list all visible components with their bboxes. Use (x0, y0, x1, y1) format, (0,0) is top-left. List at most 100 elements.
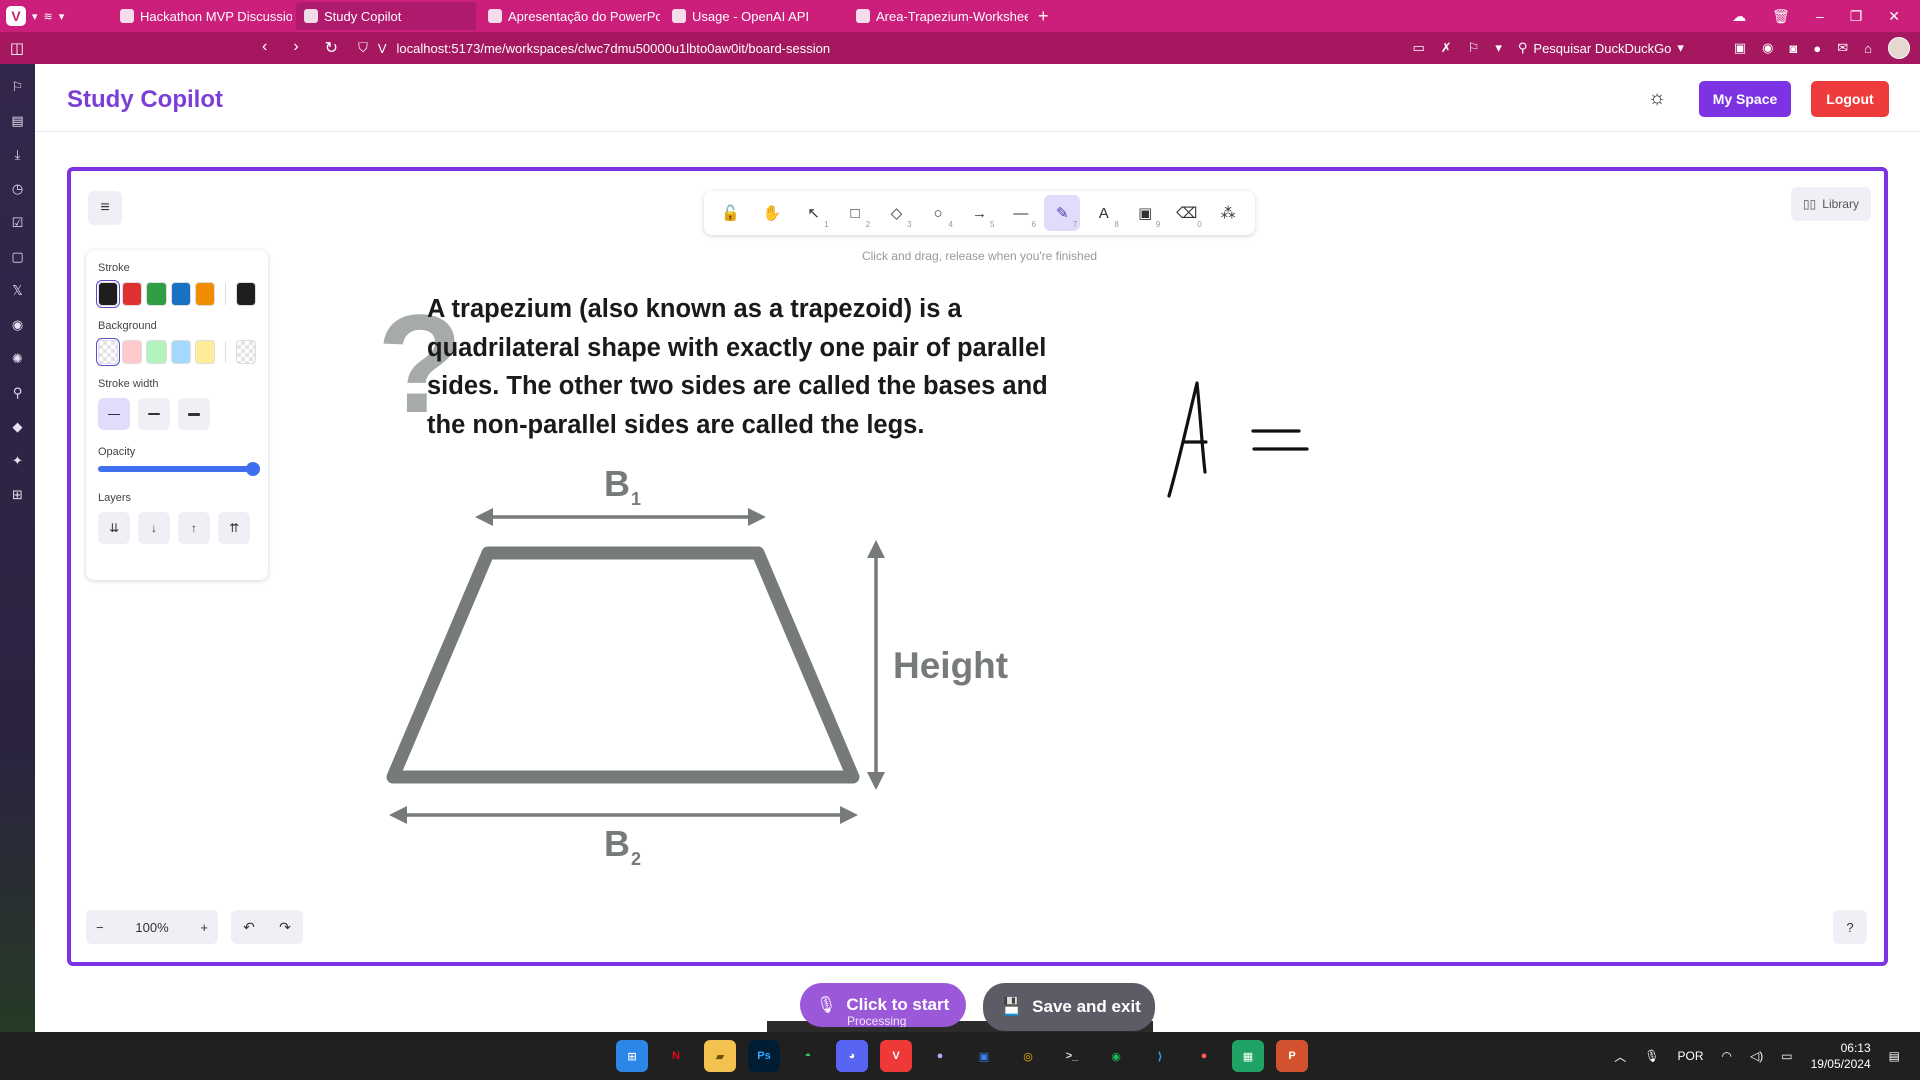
profile-avatar[interactable] (1888, 37, 1910, 59)
reload-button[interactable]: ↻ (325, 38, 338, 58)
translate-icon[interactable]: ✗ (1441, 40, 1452, 56)
bookmark-icon[interactable]: ⚐ (1468, 40, 1480, 56)
tab-apresentacao[interactable]: Apresentação do PowerPoint (480, 2, 660, 30)
bookmarks-icon[interactable]: ⚐ (9, 78, 27, 96)
powerpoint-icon[interactable]: P (1276, 1040, 1308, 1072)
label-b1: B1 (604, 463, 641, 509)
screenshot-icon[interactable]: ◙ (1790, 41, 1798, 56)
camera-icon[interactable]: ▭ (1412, 40, 1424, 56)
trash-icon[interactable]: 🗑 (1772, 8, 1790, 25)
processing-label: Processing (847, 1014, 907, 1027)
notification-icon[interactable]: ▤ (1889, 1049, 1900, 1063)
chat-icon[interactable]: ▢ (9, 248, 27, 266)
forward-button[interactable]: › (293, 38, 298, 58)
battery-icon[interactable]: ▭ (1781, 1049, 1792, 1063)
start-recording-button[interactable]: 🎙 Click to start Processing (800, 983, 966, 1027)
spotify-taskbar-icon[interactable]: ◉ (1100, 1040, 1132, 1072)
microphone-icon[interactable]: 🎙 (1644, 1049, 1659, 1063)
gamepad-icon[interactable]: ◓ (792, 1040, 824, 1072)
search-placeholder: Pesquisar DuckDuckGo (1533, 40, 1672, 56)
terminal-icon[interactable]: >_ (1056, 1040, 1088, 1072)
app-circle-icon[interactable]: ● (924, 1040, 956, 1072)
x-icon[interactable]: 𝕏 (9, 282, 27, 300)
vivaldi-logo-icon[interactable]: V (6, 6, 26, 26)
windows-start-icon[interactable]: ⊞ (616, 1040, 648, 1072)
app-header: Study Copilot ☼ My Space Logout (35, 64, 1920, 132)
trapezium-description: A trapezium (also known as a trapezoid) … (427, 295, 1048, 439)
tab-stack-icon[interactable]: ≋ (44, 10, 53, 23)
shield-icon[interactable]: ⛉ (358, 40, 368, 56)
tab-title: Usage - OpenAI API (692, 8, 810, 24)
zoom-level[interactable]: 100% (135, 920, 168, 935)
sparkle-icon[interactable]: ✦ (9, 452, 27, 470)
discord-icon[interactable]: ◕ (836, 1040, 868, 1072)
url-text[interactable]: localhost:5173/me/workspaces/clwc7dmu500… (397, 41, 831, 56)
photoshop-icon[interactable]: Ps (748, 1040, 780, 1072)
app-red-icon[interactable]: ● (1188, 1040, 1220, 1072)
top-base-arrow (475, 508, 766, 526)
search-panel-icon[interactable]: ⚲ (9, 384, 27, 402)
panel-toggle-icon[interactable]: ◫ (0, 39, 34, 57)
tab-openai-usage[interactable]: Usage - OpenAI API (664, 2, 844, 30)
tray-chevron-icon[interactable]: ︿ (1614, 1048, 1626, 1065)
extensions-puzzle-icon[interactable]: ⌂ (1864, 41, 1872, 56)
tab-hackathon[interactable]: Hackathon MVP Discussion (112, 2, 292, 30)
spotify-icon[interactable]: ◉ (9, 316, 27, 334)
tab-study-copilot[interactable]: Study Copilot (296, 2, 476, 30)
clock[interactable]: 06:13 19/05/2024 (1811, 1040, 1871, 1072)
clock-date: 19/05/2024 (1810, 1057, 1871, 1071)
save-and-exit-button[interactable]: 💾 Save and exit (983, 983, 1155, 1031)
help-icon[interactable]: ? (1833, 910, 1867, 944)
logout-button[interactable]: Logout (1811, 81, 1889, 117)
theme-toggle-sun-icon[interactable]: ☼ (1645, 86, 1669, 110)
dropdown-chevron-icon[interactable]: ▾ (1495, 40, 1502, 56)
wifi-icon[interactable]: ◠ (1722, 1049, 1732, 1063)
netflix-icon[interactable]: N (660, 1040, 692, 1072)
redo-icon[interactable]: ↷ (279, 919, 291, 936)
openai-icon[interactable]: ✺ (9, 350, 27, 368)
extension-icon[interactable]: ● (1813, 41, 1821, 56)
url-field[interactable]: ⛉ V localhost:5173/me/workspaces/clwc7dm… (358, 40, 830, 56)
volume-icon[interactable]: ◁) (1750, 1049, 1763, 1063)
app-square-icon[interactable]: ▣ (968, 1040, 1000, 1072)
mail-icon[interactable]: ✉ (1837, 40, 1848, 56)
add-panel-icon[interactable]: ⊞ (9, 486, 27, 504)
downloads-icon[interactable]: ⤓ (9, 146, 27, 164)
window-controls: ☁ 🗑 – ❐ ✕ (1732, 0, 1920, 32)
tab-worksheet[interactable]: Area-Trapezium-Worksheet (848, 2, 1028, 30)
spreadsheet-icon[interactable]: ▦ (1232, 1040, 1264, 1072)
vscode-icon[interactable]: ⟩ (1144, 1040, 1176, 1072)
tab-stack-chevron-icon[interactable]: ▾ (59, 10, 65, 23)
chrome-icon[interactable]: ◎ (1012, 1040, 1044, 1072)
whiteboard[interactable]: ≡ 🔓 ✋ ↖ 1 □ 2 ◇ 3 ○ 4 → 5—6 ✎ 7 A 8 ▣ 9 ⌫ 0 ⁂ Click and drag… (67, 167, 1888, 966)
undo-icon[interactable]: ↶ (243, 919, 255, 936)
restore-button[interactable]: ❐ (1850, 8, 1863, 25)
start-label: Click to start (846, 995, 950, 1014)
system-tray: ︿ 🎙 POR ◠ ◁) ▭ 06:13 19/05/2024 ▤ (1614, 1032, 1900, 1080)
zoom-in-button[interactable]: + (200, 920, 208, 935)
close-button[interactable]: ✕ (1888, 8, 1900, 25)
language-indicator[interactable]: POR (1678, 1049, 1704, 1063)
menu-chevron-icon[interactable]: ▾ (32, 10, 38, 23)
vivaldi-v-icon: V (377, 40, 387, 56)
image-icon[interactable]: ▣ (1734, 40, 1746, 56)
extension-panel-icon[interactable]: ◆ (9, 418, 27, 436)
minimize-button[interactable]: – (1816, 8, 1824, 24)
notes-icon[interactable]: ☑ (9, 214, 27, 232)
history-icon[interactable]: ◷ (9, 180, 27, 198)
back-button[interactable]: ‹ (262, 38, 267, 58)
app-brand[interactable]: Study Copilot (67, 86, 223, 114)
vivaldi-taskbar-icon[interactable]: V (880, 1040, 912, 1072)
cloud-sync-icon[interactable]: ☁ (1732, 8, 1746, 25)
clock-time: 06:13 (1840, 1041, 1871, 1055)
my-space-button[interactable]: My Space (1699, 81, 1791, 117)
file-explorer-icon[interactable]: ▰ (704, 1040, 736, 1072)
search-field[interactable]: ⚲ Pesquisar DuckDuckGo ▾ (1518, 40, 1718, 56)
search-engine-chevron-icon[interactable]: ▾ (1677, 40, 1684, 56)
new-tab-button[interactable]: + (1032, 6, 1055, 27)
tab-favicon-icon (856, 9, 870, 23)
reading-list-icon[interactable]: ▤ (9, 112, 27, 130)
mic-off-icon: 🎙 (816, 997, 837, 1014)
ublock-icon[interactable]: ◉ (1762, 40, 1773, 56)
zoom-out-button[interactable]: − (96, 920, 104, 935)
